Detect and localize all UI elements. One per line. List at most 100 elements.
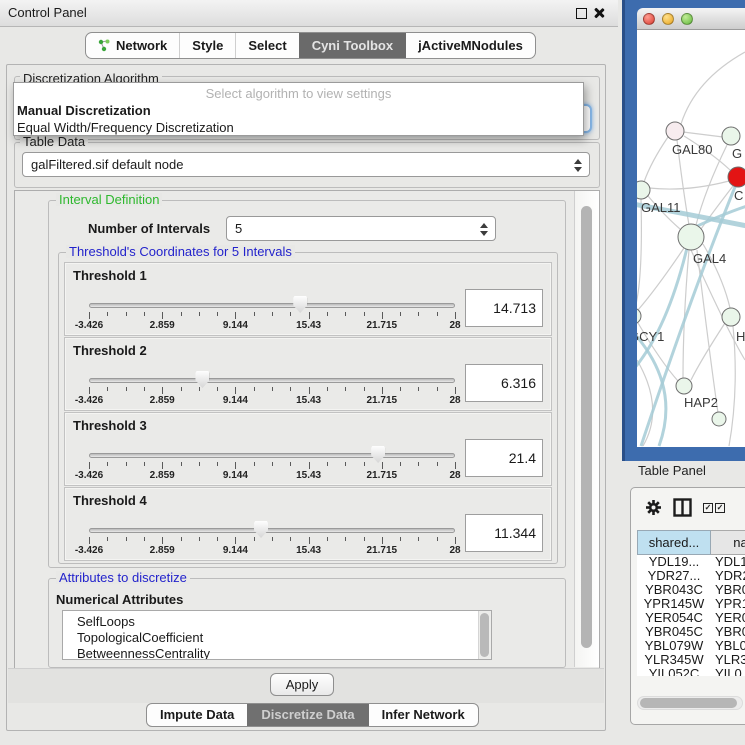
tab-label: Network (116, 34, 167, 58)
tab-cyni-toolbox[interactable]: Cyni Toolbox (299, 33, 405, 58)
algorithm-option-equal-width-frequency-discretization[interactable]: Equal Width/Frequency Discretization (14, 119, 583, 136)
zoom-traffic-light-icon[interactable] (681, 13, 693, 25)
threshold-slider-track[interactable] (89, 303, 455, 308)
attribute-item-selfloops[interactable]: SelfLoops (63, 614, 491, 630)
network-edge (691, 323, 725, 380)
tick-mark (254, 462, 255, 466)
table-row[interactable]: YDL19...YDL1 (637, 555, 745, 569)
threshold-box-1: Threshold 1-3.4262.8599.14415.4321.71528… (64, 262, 552, 336)
cell-name[interactable]: YBR0 (711, 583, 745, 597)
cell-shared-name[interactable]: YPR145W (637, 597, 711, 611)
list-scrollbar-thumb[interactable] (480, 613, 489, 657)
table-row[interactable]: YBR045CYBR0 (637, 625, 745, 639)
table-row[interactable]: YBR043CYBR0 (637, 583, 745, 597)
bottom-tab-infer-network[interactable]: Infer Network (368, 704, 478, 726)
threshold-slider-handle[interactable] (254, 521, 268, 538)
cell-name[interactable]: YBR0 (711, 625, 745, 639)
tick-mark (107, 462, 108, 466)
network-node-hap2[interactable] (676, 378, 692, 394)
threshold-slider-track[interactable] (89, 378, 455, 383)
column-header-name[interactable]: na (711, 530, 745, 555)
network-node-unlabeled[interactable] (712, 412, 726, 426)
tab-select[interactable]: Select (235, 33, 298, 58)
table-hscrollbar-thumb[interactable] (640, 698, 737, 708)
column-header-shared-name[interactable]: shared... (637, 530, 711, 555)
table-row[interactable]: YPR145WYPR1 (637, 597, 745, 611)
tick-mark (107, 312, 108, 316)
cell-name[interactable]: YIL0 (711, 667, 745, 676)
cell-name[interactable]: YPR1 (711, 597, 745, 611)
cell-name[interactable]: YDR2 (711, 569, 745, 583)
network-node-gal11[interactable] (637, 181, 650, 199)
cell-shared-name[interactable]: YLR345W (637, 653, 711, 667)
cell-name[interactable]: YER0 (711, 611, 745, 625)
network-node-c[interactable] (728, 167, 745, 187)
cell-name[interactable]: YDL1 (711, 555, 745, 569)
tick-mark (89, 312, 90, 319)
attribute-item-betweennesscentrality[interactable]: BetweennessCentrality (63, 646, 491, 660)
bottom-tab-impute-data[interactable]: Impute Data (147, 704, 247, 726)
table-row[interactable]: YIL052CYIL0 (637, 667, 745, 676)
numerical-attributes-list[interactable]: SelfLoopsTopologicalCoefficientBetweenne… (62, 610, 492, 660)
cell-shared-name[interactable]: YDR27... (637, 569, 711, 583)
split-columns-icon[interactable] (673, 498, 692, 517)
threshold-value-field[interactable]: 21.4 (465, 439, 543, 477)
tick-mark (235, 462, 236, 469)
cell-name[interactable]: YLR3 (711, 653, 745, 667)
table-data-combobox[interactable]: galFiltered.sif default node (22, 152, 590, 177)
tick-mark (327, 387, 328, 391)
bottom-tab-discretize-data[interactable]: Discretize Data (247, 704, 367, 726)
cell-shared-name[interactable]: YIL052C (637, 667, 711, 676)
tab-jactivemnodules[interactable]: jActiveMNodules (405, 33, 535, 58)
threshold-slider-track[interactable] (89, 528, 455, 533)
network-node-h[interactable] (722, 308, 740, 326)
tab-network[interactable]: Network (86, 33, 179, 58)
tick-mark (181, 462, 182, 466)
threshold-slider-handle[interactable] (195, 371, 209, 388)
algorithm-option-manual-discretization[interactable]: Manual Discretization (14, 102, 583, 119)
attribute-item-topologicalcoefficient[interactable]: TopologicalCoefficient (63, 630, 491, 646)
cell-name[interactable]: YBL0 (711, 639, 745, 653)
tab-style[interactable]: Style (179, 33, 235, 58)
threshold-value-field[interactable]: 6.316 (465, 364, 543, 402)
panel-scrollbar-thumb[interactable] (581, 206, 592, 648)
float-window-icon[interactable] (576, 8, 587, 19)
number-of-intervals-combobox[interactable]: 5 (226, 216, 496, 241)
select-columns-icon[interactable]: ✓ ✓ (703, 503, 725, 513)
close-traffic-light-icon[interactable] (643, 13, 655, 25)
cell-shared-name[interactable]: YBL079W (637, 639, 711, 653)
network-node-label: GAL80 (672, 142, 712, 157)
cell-shared-name[interactable]: YDL19... (637, 555, 711, 569)
tick-mark (309, 387, 310, 394)
threshold-value-field[interactable]: 14.713 (465, 289, 543, 327)
tick-mark (181, 387, 182, 391)
tab-label: Cyni Toolbox (312, 34, 393, 58)
network-edge (649, 181, 729, 189)
table-row[interactable]: YBL079WYBL0 (637, 639, 745, 653)
network-view[interactable]: GAL80GCGAL11GAL4GCY1HHAP2 (637, 30, 745, 447)
network-node-gcy1[interactable] (637, 308, 641, 324)
tick-mark (126, 537, 127, 541)
table-panel-title: Table Panel (638, 461, 706, 480)
close-icon[interactable] (593, 7, 605, 19)
threshold-slider-handle[interactable] (293, 296, 307, 313)
table-row[interactable]: YLR345WYLR3 (637, 653, 745, 667)
apply-button[interactable]: Apply (270, 673, 334, 696)
table-row[interactable]: YER054CYER0 (637, 611, 745, 625)
tick-label: -3.426 (75, 320, 103, 331)
cell-shared-name[interactable]: YBR043C (637, 583, 711, 597)
threshold-slider-track[interactable] (89, 453, 455, 458)
tick-label: 9.144 (223, 470, 248, 481)
table-row[interactable]: YDR27...YDR2 (637, 569, 745, 583)
minimize-traffic-light-icon[interactable] (662, 13, 674, 25)
cell-shared-name[interactable]: YBR045C (637, 625, 711, 639)
threshold-value-field[interactable]: 11.344 (465, 514, 543, 552)
network-window-titlebar[interactable] (637, 8, 745, 30)
threshold-slider-handle[interactable] (371, 446, 385, 463)
network-node-g[interactable] (722, 127, 740, 145)
network-node-gal80[interactable] (666, 122, 684, 140)
cell-shared-name[interactable]: YER054C (637, 611, 711, 625)
tick-mark (364, 462, 365, 466)
gear-icon[interactable] (645, 499, 662, 516)
network-node-gal4[interactable] (678, 224, 704, 250)
